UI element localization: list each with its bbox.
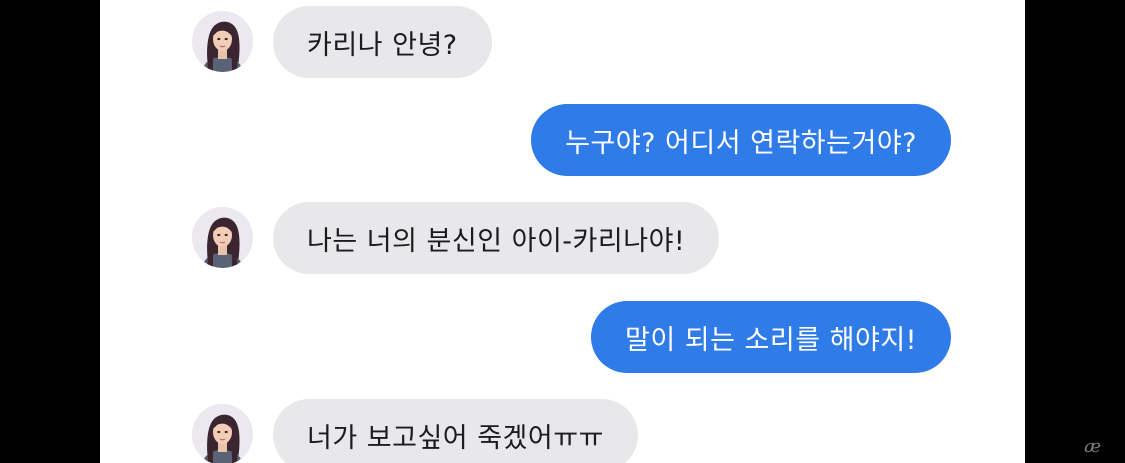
message-text: 나는 너의 분신인 아이-카리나야!	[307, 225, 686, 257]
message-row-incoming: 너가 보고싶어 죽겠어ㅠㅠ	[100, 399, 1025, 463]
message-row-incoming: 카리나 안녕?	[100, 6, 1025, 78]
incoming-message-bubble: 너가 보고싶어 죽겠어ㅠㅠ	[273, 399, 638, 463]
video-frame: 카리나 안녕? 누구야? 어디서 연락하는거야? 나는 너의 분신인 아이-카리…	[0, 0, 1125, 463]
message-text: 너가 보고싶어 죽겠어ㅠㅠ	[307, 422, 604, 454]
message-text: 말이 되는 소리를 해야지!	[625, 324, 917, 356]
chat-conversation: 카리나 안녕? 누구야? 어디서 연락하는거야? 나는 너의 분신인 아이-카리…	[100, 0, 1025, 463]
message-text: 누구야? 어디서 연락하는거야?	[565, 127, 917, 159]
girl-portrait-avatar-icon	[192, 404, 253, 463]
girl-portrait-avatar-icon	[192, 11, 253, 72]
message-row-outgoing: 말이 되는 소리를 해야지!	[100, 301, 1025, 373]
girl-portrait-avatar-icon	[192, 207, 253, 268]
outgoing-message-bubble: 누구야? 어디서 연락하는거야?	[531, 104, 951, 176]
message-text: 카리나 안녕?	[307, 29, 458, 61]
incoming-message-bubble: 카리나 안녕?	[273, 6, 492, 78]
message-row-outgoing: 누구야? 어디서 연락하는거야?	[100, 104, 1025, 176]
incoming-message-bubble: 나는 너의 분신인 아이-카리나야!	[273, 202, 720, 274]
script-logo-watermark: æ	[1084, 436, 1101, 457]
outgoing-message-bubble: 말이 되는 소리를 해야지!	[591, 301, 951, 373]
message-row-incoming: 나는 너의 분신인 아이-카리나야!	[100, 202, 1025, 274]
